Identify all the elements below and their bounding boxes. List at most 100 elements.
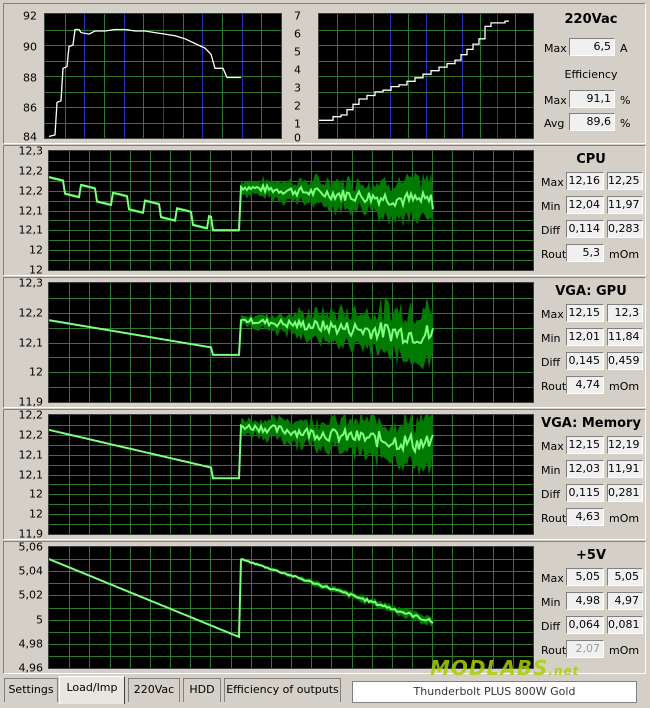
tab-label: Load/Imp — [66, 681, 118, 694]
tick-label: 12,1 — [18, 336, 44, 349]
tick-label: 11,9 — [18, 527, 44, 541]
tab-label: HDD — [189, 683, 215, 696]
rail-ticks: 12,2 12,2 12,1 12,1 12 12 11,9 — [4, 409, 46, 541]
tick-label: 11,9 — [18, 395, 44, 409]
tab-load-imp[interactable]: Load/Imp — [59, 676, 125, 704]
tick-label: 12,3 — [18, 144, 44, 158]
max-value-b: 12,19 — [607, 436, 643, 454]
panel-title: 220Vac — [564, 12, 618, 27]
eff-avg-value: 89,6 — [569, 113, 615, 131]
max-value-a: 12,16 — [566, 172, 604, 190]
rail-plot-svg — [49, 547, 533, 668]
left-chart-ticks: 92 90 88 86 84 — [4, 4, 40, 145]
min-label: Min — [541, 464, 561, 477]
eff-max-label: Max — [544, 94, 567, 107]
rail-plot-svg — [49, 151, 533, 270]
diff-value-b: 0,081 — [607, 616, 643, 634]
application-window: 92 90 88 86 84 7 6 5 4 3 2 1 0 220Vac Ma… — [0, 0, 650, 708]
rail-stats-panel: CPU Max 12,16 12,25 Min 12,04 11,97 Diff… — [537, 146, 645, 277]
rail-plot — [48, 546, 534, 669]
tick-label: 12,2 — [18, 428, 44, 442]
right-chart-ticks: 7 6 5 4 3 2 1 0 — [282, 4, 304, 145]
ac-panel: 220Vac Max 6,5 A Efficiency Max 91,1 % A… — [537, 4, 645, 143]
tick-label: 12,1 — [18, 204, 44, 217]
min-label: Min — [541, 332, 561, 345]
min-value-b: 11,91 — [607, 460, 643, 478]
rout-unit: mOm — [609, 248, 640, 261]
rout-label: Rout — [541, 380, 567, 393]
top-row: 92 90 88 86 84 7 6 5 4 3 2 1 0 220Vac Ma… — [3, 3, 646, 145]
diff-value-a: 0,064 — [566, 616, 604, 634]
tab-label: Settings — [8, 683, 54, 696]
max-label: Max — [541, 440, 564, 453]
max-value-a: 12,15 — [566, 304, 604, 322]
rail-plot-svg — [49, 283, 533, 402]
rail-row: 12,3 12,2 12,1 12 11,9 VGA: GPU Max 12,15 12… — [3, 277, 646, 409]
tick-label: 12,2 — [18, 184, 44, 198]
tick-label: 5 — [294, 45, 301, 59]
rail-ticks: 12,3 12,2 12,1 12 11,9 — [4, 277, 46, 409]
tick-label: 1 — [294, 117, 301, 131]
max-value-b: 5,05 — [607, 568, 643, 586]
max-label: Max — [541, 308, 564, 321]
rail-title: CPU — [576, 152, 606, 167]
tick-label: 12 — [29, 263, 43, 277]
diff-value-b: 0,281 — [607, 484, 643, 502]
rail-row: 5,06 5,04 5,02 5 4,98 4,96 +5V Max 5,05 5,05 … — [3, 540, 646, 675]
efficiency-plot-svg — [45, 14, 281, 138]
efficiency-plot — [44, 13, 282, 139]
rail-title: VGA: GPU — [555, 284, 627, 299]
tab-label: 220Vac — [133, 683, 175, 696]
rout-unit: mOm — [609, 512, 640, 525]
tab-hdd[interactable]: HDD — [183, 678, 221, 702]
max-value-a: 5,05 — [566, 568, 604, 586]
unit-label: % — [620, 117, 631, 130]
rail-ticks: 12,3 12,2 12,2 12,1 12,1 12 12 — [4, 144, 46, 277]
unit-label: A — [620, 42, 628, 55]
min-value-b: 4,97 — [607, 592, 643, 610]
tab-220vac[interactable]: 220Vac — [128, 678, 180, 702]
tick-label: 3 — [294, 81, 301, 95]
min-value-a: 12,01 — [566, 328, 604, 346]
rout-value: 5,3 — [566, 244, 604, 262]
tick-label: 5,02 — [18, 588, 44, 602]
rail-plot — [48, 414, 534, 535]
tick-label: 12 — [29, 243, 43, 257]
rout-label: Rout — [541, 248, 567, 261]
tick-label: 90 — [23, 40, 37, 54]
tick-label: 86 — [23, 101, 37, 115]
tick-label: 88 — [23, 71, 37, 85]
diff-value-a: 0,145 — [566, 352, 604, 370]
diff-label: Diff — [541, 620, 561, 633]
tick-label: 4 — [294, 63, 301, 77]
tab-label: Efficiency of outputs — [226, 683, 339, 696]
current-plot — [318, 13, 534, 139]
diff-value-b: 0,459 — [607, 352, 643, 370]
tick-label: 5 — [36, 613, 43, 627]
max-label: Max — [541, 176, 564, 189]
rail-title: +5V — [576, 548, 606, 563]
tab-efficiency-of-outputs[interactable]: Efficiency of outputs — [224, 678, 341, 702]
tab-settings[interactable]: Settings — [4, 678, 58, 702]
min-value-a: 12,03 — [566, 460, 604, 478]
rail-row: 12,2 12,2 12,1 12,1 12 12 11,9 VGA: Memory Max… — [3, 409, 646, 541]
tick-label: 84 — [23, 130, 37, 144]
modlabs-logo: MODLABS.net — [430, 656, 640, 680]
tick-label: 12 — [29, 507, 43, 521]
tick-label: 4,98 — [18, 637, 44, 651]
tick-label: 12 — [29, 487, 43, 501]
device-name-field: Thunderbolt PLUS 800W Gold — [352, 681, 637, 703]
tick-label: 2 — [294, 99, 301, 113]
tick-label: 5,06 — [18, 540, 44, 554]
max-label: Max — [541, 572, 564, 585]
rout-value: 4,74 — [566, 376, 604, 394]
tick-label: 0 — [294, 131, 301, 145]
diff-value-b: 0,283 — [607, 220, 643, 238]
eff-avg-label: Avg — [544, 117, 565, 130]
max-value-b: 12,25 — [607, 172, 643, 190]
rout-label: Rout — [541, 512, 567, 525]
diff-label: Diff — [541, 356, 561, 369]
rail-row: 12,3 12,2 12,2 12,1 12,1 12 12 CPU Max 12,16 1… — [3, 144, 646, 277]
tick-label: 4,96 — [18, 661, 44, 675]
tick-label: 12 — [29, 365, 43, 379]
